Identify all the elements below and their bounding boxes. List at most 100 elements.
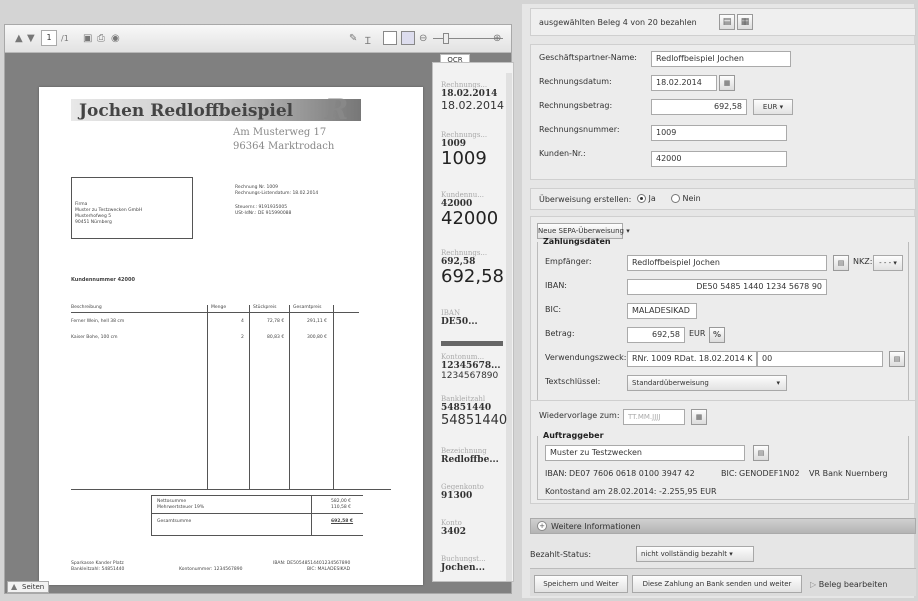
- table-cell: 72,78 €: [267, 319, 285, 324]
- customer-input[interactable]: 42000: [651, 151, 787, 167]
- total-value: 582,00 €: [331, 499, 352, 504]
- total-value: 692,58 €: [331, 519, 354, 524]
- textkey-select[interactable]: Standardüberweisung ▾: [627, 375, 787, 391]
- calendar-icon[interactable]: ▦: [719, 75, 735, 91]
- nkz-value: - - -: [879, 259, 892, 267]
- ocr-label: Kontonum...: [441, 353, 485, 361]
- ocr-label: Rechnungs...: [441, 249, 488, 257]
- betrag-currency: EUR: [689, 329, 706, 338]
- number-input[interactable]: 1009: [651, 125, 787, 141]
- radio-yes-label: Ja: [648, 194, 656, 203]
- ocr-label: Rechnungs...: [441, 131, 488, 139]
- currency-select[interactable]: EUR ▾: [753, 99, 793, 115]
- partner-input[interactable]: Redloffbeispiel Jochen: [651, 51, 791, 67]
- zoom-out-icon[interactable]: ⊖: [419, 33, 427, 44]
- ocr-value: 12345678...: [441, 361, 501, 371]
- radio-no[interactable]: Nein: [671, 194, 701, 203]
- ocr-snippet: 1009: [441, 148, 487, 169]
- calendar-icon[interactable]: ▦: [691, 409, 707, 425]
- print-icon[interactable]: ⎙: [97, 33, 105, 44]
- ocr-label: Gegenkonto: [441, 483, 484, 491]
- save-next-button[interactable]: Speichern und Weiter: [534, 575, 628, 593]
- ocr-item[interactable]: Kontonum... 12345678... 1234567890: [441, 353, 507, 381]
- originator-panel: Wiedervorlage zum: TT.MM.JJJJ ▦ Auftragg…: [530, 400, 916, 504]
- select-text-icon[interactable]: Ɪ: [365, 33, 371, 47]
- originator-bank: VR Bank Nuernberg: [809, 469, 888, 478]
- next-page-icon[interactable]: ▼: [27, 33, 35, 44]
- ocr-snippet-redacted: [441, 341, 503, 346]
- fit-width-icon[interactable]: [401, 31, 415, 45]
- purpose-label: Verwendungszweck:: [545, 353, 627, 362]
- percent-icon[interactable]: %: [709, 327, 725, 343]
- pay-all-icon[interactable]: ▦: [737, 14, 753, 30]
- send-to-bank-button[interactable]: Diese Zahlung an Bank senden und weiter: [632, 575, 802, 593]
- radio-yes[interactable]: Ja: [637, 194, 656, 203]
- purpose-input-2[interactable]: 00: [757, 351, 883, 367]
- save-icon[interactable]: ▣: [83, 33, 92, 44]
- nkz-select[interactable]: - - - ▾: [873, 255, 903, 271]
- ocr-item[interactable]: Gegenkonto 91300: [441, 483, 507, 501]
- originator-input[interactable]: Muster zu Testzwecken: [545, 445, 745, 461]
- transfer-label: Überweisung erstellen:: [539, 195, 632, 204]
- bic-label: BIC:: [545, 305, 562, 314]
- zoom-slider-handle[interactable]: [443, 33, 449, 44]
- zoom-in-icon[interactable]: ⊕: [493, 33, 501, 44]
- ocr-label: Buchungst...: [441, 555, 486, 563]
- fit-page-icon[interactable]: [383, 31, 397, 45]
- footer-bank: Bankleitzahl: 54851440: [71, 567, 125, 572]
- purpose-edit-icon[interactable]: ▤: [889, 351, 905, 367]
- betrag-input[interactable]: 692,58: [627, 327, 685, 343]
- invoice-details: Geschäftspartner-Name: Redloffbeispiel J…: [530, 44, 916, 180]
- status-value: nicht vollständig bezahlt: [641, 550, 727, 558]
- ocr-label: IBAN: [441, 309, 461, 317]
- expand-icon: ▲: [11, 582, 18, 591]
- new-sepa-label: Neue SEPA-Überweisung: [538, 227, 625, 235]
- ocr-snippet: 18.02.2014: [441, 99, 504, 112]
- date-label: Rechnungsdatum:: [539, 77, 612, 86]
- ocr-value: 91300: [441, 491, 473, 501]
- date-input[interactable]: 18.02.2014: [651, 75, 717, 91]
- transfer-toggle: Überweisung erstellen: Ja Nein: [530, 188, 916, 210]
- ocr-item[interactable]: Kundennu... 42000 42000: [441, 191, 507, 229]
- page-number-input[interactable]: 1: [41, 30, 57, 46]
- ocr-item[interactable]: Bezeichnung Redloffbe...: [441, 447, 507, 465]
- resubmit-input[interactable]: TT.MM.JJJJ: [623, 409, 685, 425]
- recipient-input[interactable]: Redloffbeispiel Jochen: [627, 255, 827, 271]
- pay-text: ausgewählten Beleg 4 von 20 bezahlen: [539, 18, 697, 27]
- ocr-item[interactable]: IBAN DE50...: [441, 309, 507, 346]
- table-cell: 2: [241, 335, 244, 340]
- address-book-icon[interactable]: ▤: [833, 255, 849, 271]
- edit-receipt-link[interactable]: ▷ Beleg bearbeiten: [810, 580, 887, 589]
- pay-icon[interactable]: ▤: [719, 14, 735, 30]
- ocr-item[interactable]: Konto 3402: [441, 519, 507, 537]
- ocr-item[interactable]: Rechnungs... 1009 1009: [441, 131, 507, 169]
- total-label: Gesamtsumme: [157, 519, 192, 524]
- total-label: Mehrwertsteuer 19%: [157, 505, 205, 510]
- page-total: /1: [61, 34, 69, 43]
- iban-input[interactable]: DE50 5485 1440 1234 5678 90: [627, 279, 827, 295]
- footer-bank: Sparkasse Kander Platz: [71, 561, 124, 566]
- tools-icon[interactable]: ✎: [349, 33, 357, 44]
- table-header: Beschreibung: [71, 305, 102, 310]
- address-line-1: Am Musterweg 17: [233, 127, 327, 138]
- more-info-bar[interactable]: + Weitere Informationen: [530, 518, 916, 534]
- purpose-input-1[interactable]: RNr. 1009 RDat. 18.02.2014 K: [627, 351, 757, 367]
- ocr-label: Konto: [441, 519, 462, 527]
- ocr-item[interactable]: Buchungst... Jochen...: [441, 555, 507, 573]
- table-header: Stückpreis: [253, 305, 277, 310]
- table-cell: 300,80 €: [307, 335, 328, 340]
- ocr-item[interactable]: Bankleitzahl 54851440 54851440: [441, 395, 507, 428]
- ocr-item[interactable]: Rechnungs... 18.02.2014 18.02.2014: [441, 81, 507, 112]
- footer-iban: IBAN: DE50548514401234567890: [273, 561, 351, 566]
- pages-tab[interactable]: ▲ Seiten: [7, 581, 49, 593]
- status-select[interactable]: nicht vollständig bezahlt ▾: [636, 546, 754, 562]
- email-icon[interactable]: ◉: [111, 33, 120, 44]
- originator-book-icon[interactable]: ▤: [753, 445, 769, 461]
- originator-iban-label: IBAN:: [545, 469, 567, 478]
- amount-input[interactable]: 692,58: [651, 99, 747, 115]
- bic-input[interactable]: MALADESIKAD: [627, 303, 697, 319]
- prev-page-icon[interactable]: ▲: [15, 33, 23, 44]
- ocr-label: Rechnungs...: [441, 81, 488, 89]
- ocr-item[interactable]: Rechnungs... 692,58 692,58: [441, 249, 507, 287]
- textkey-label: Textschlüssel:: [545, 377, 601, 386]
